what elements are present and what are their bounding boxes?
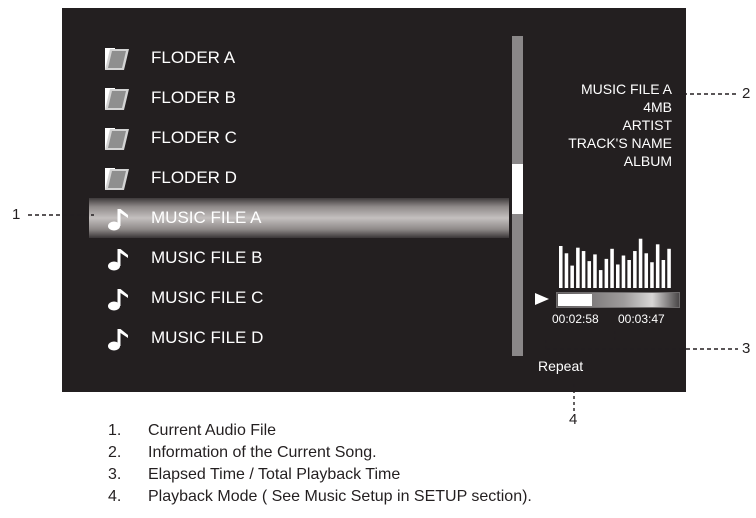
legend-text: Current Audio File: [148, 422, 277, 439]
callout-1: 1: [12, 206, 21, 223]
legend-number: 3.: [108, 466, 122, 483]
legend-text: Playback Mode ( See Music Setup in SETUP…: [148, 488, 532, 505]
legend-number: 4.: [108, 488, 122, 505]
legend-number: 2.: [108, 444, 122, 461]
legend-text: Elapsed Time / Total Playback Time: [148, 466, 401, 483]
legend-number: 1.: [108, 422, 122, 439]
callout-3: 3: [742, 340, 751, 357]
callout-2: 2: [742, 85, 751, 102]
callout-4: 4: [569, 411, 578, 428]
legend-text: Information of the Current Song.: [148, 444, 377, 461]
